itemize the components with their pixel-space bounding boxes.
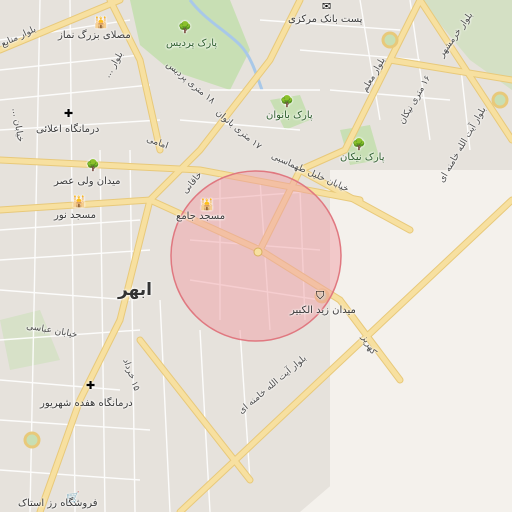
poi-jame-mosque[interactable]: مسجد جامع: [176, 211, 225, 222]
poi-store[interactable]: فروشگاه رز استاک: [18, 498, 98, 509]
mail-icon[interactable]: ✉: [322, 1, 331, 12]
map-base-layer: [0, 0, 512, 512]
poi-a3lai-clinic[interactable]: درمانگاه اعلائی: [36, 124, 99, 135]
poi-vali-asr-square[interactable]: میدان ولی عصر: [54, 176, 120, 187]
map-view[interactable]: ابهر 🕌 مصلای بزرگ نماز 🌳 پارک پردیس ✉ پس…: [0, 0, 512, 512]
mosque-icon[interactable]: 🕌: [200, 199, 214, 210]
tree-icon[interactable]: 🌳: [86, 160, 100, 171]
poi-banovan-park[interactable]: پارک بانوان: [266, 110, 313, 121]
tree-icon[interactable]: 🌳: [178, 22, 192, 33]
mosque-icon[interactable]: 🕌: [94, 17, 108, 28]
poi-pardis-park[interactable]: پارک پردیس: [166, 38, 217, 49]
poi-noor-mosque[interactable]: مسجد نور: [54, 210, 96, 221]
poi-nikan-park[interactable]: پارک نیکان: [340, 152, 385, 163]
city-label: ابهر: [118, 280, 153, 300]
tree-icon[interactable]: 🌳: [280, 96, 294, 107]
poi-zeid-square[interactable]: میدان زید الکبیر: [290, 305, 356, 316]
cross-icon[interactable]: ✚: [64, 108, 73, 119]
monument-icon[interactable]: ⛉: [316, 290, 324, 301]
poi-clinic-17[interactable]: درمانگاه هفده شهریور: [40, 398, 133, 409]
tree-icon[interactable]: 🌳: [352, 139, 366, 150]
poi-post-bank[interactable]: پست بانک مرکزی: [288, 14, 362, 25]
poi-mosalla[interactable]: مصلای بزرگ نماز: [58, 30, 131, 41]
hospital-icon[interactable]: ✚: [86, 380, 95, 391]
mosque-icon[interactable]: 🕌: [72, 196, 86, 207]
